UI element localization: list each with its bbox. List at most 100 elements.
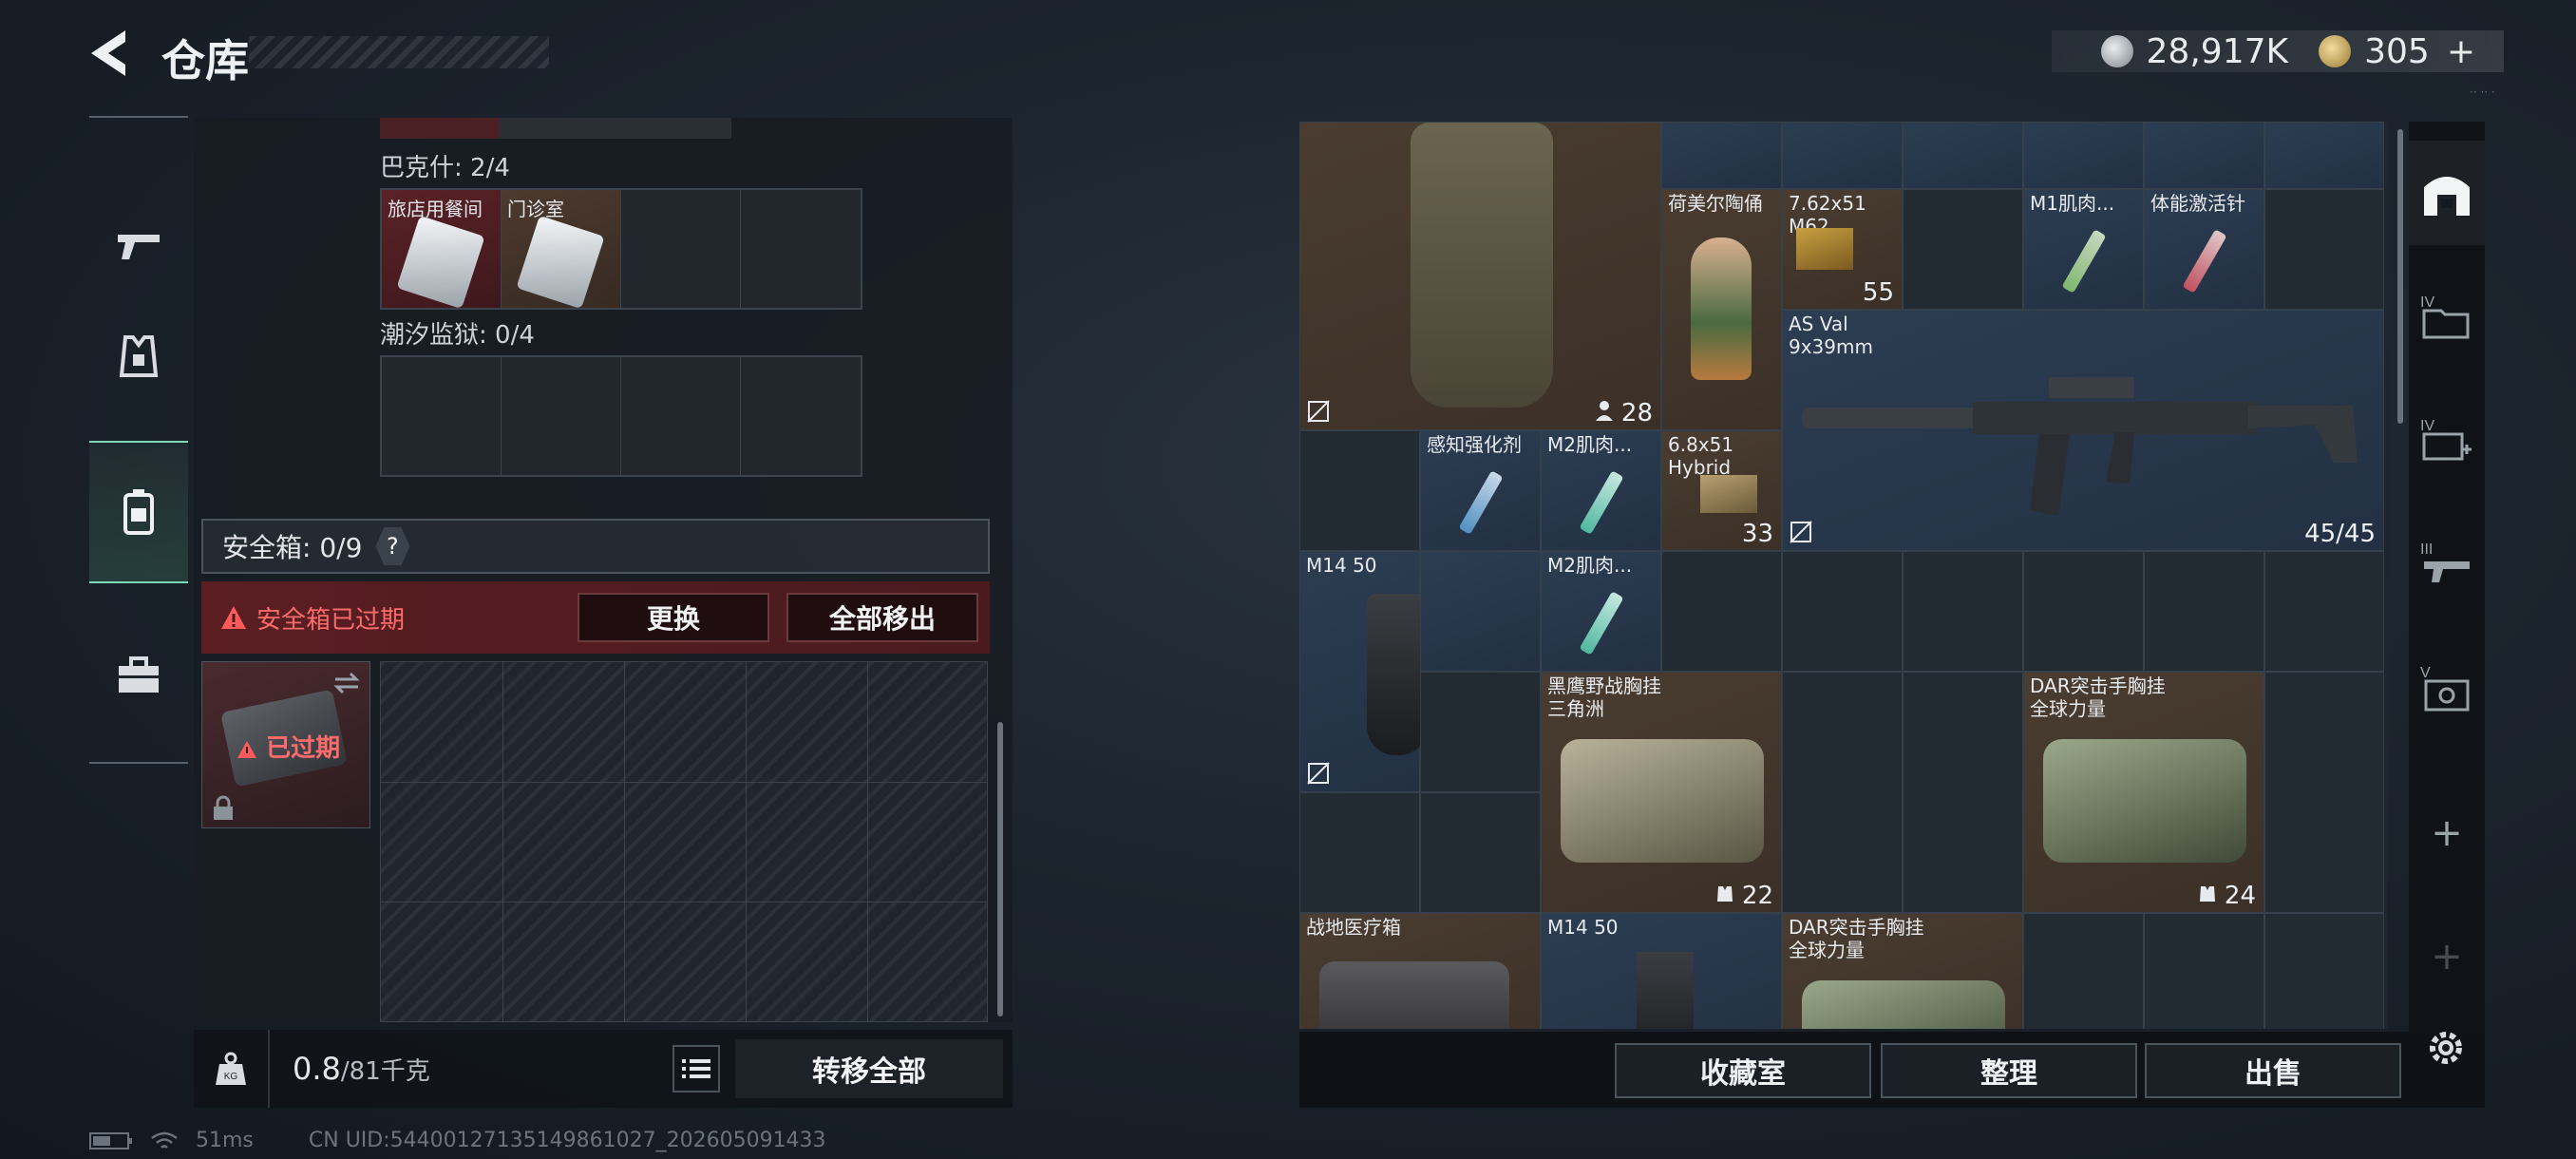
- no-trade-icon: [1307, 400, 1330, 423]
- collection-room-button[interactable]: 收藏室: [1615, 1043, 1871, 1098]
- item-name: M2肌肉...: [1547, 554, 1633, 577]
- partial-slot[interactable]: [2023, 122, 2144, 189]
- item-m2-muscle[interactable]: M2肌肉...: [1541, 551, 1661, 672]
- swap-icon[interactable]: [331, 670, 362, 696]
- item-perception-booster[interactable]: 感知强化剂: [1420, 430, 1541, 551]
- safebox-case-slot[interactable]: 已过期: [201, 661, 370, 828]
- item-blackhawk-rig[interactable]: 黑鹰野战胸挂 三角洲 22: [1541, 672, 1782, 913]
- empty-slot[interactable]: [2023, 551, 2144, 672]
- item-hummel-figurine[interactable]: 荷美尔陶俑: [1661, 189, 1782, 430]
- empty-slot[interactable]: [2023, 913, 2144, 1029]
- back-icon[interactable]: [87, 27, 135, 80]
- safe-icon: V: [2420, 665, 2470, 712]
- item-dar-rig[interactable]: DAR突击手胸挂 全球力量: [1782, 913, 2023, 1029]
- empty-slot[interactable]: [1903, 551, 2023, 672]
- help-button[interactable]: ?: [375, 527, 410, 565]
- partial-slot[interactable]: [2144, 122, 2264, 189]
- partial-slot[interactable]: [1661, 122, 1782, 189]
- item-name: M2肌肉...: [1547, 433, 1633, 456]
- svg-text:V: V: [2420, 665, 2431, 681]
- empty-slot[interactable]: [382, 357, 502, 475]
- empty-slot[interactable]: [1420, 672, 1541, 792]
- rig-image: [1802, 980, 2005, 1029]
- item-m14-mag[interactable]: M14 50: [1541, 913, 1782, 1029]
- empty-slot[interactable]: [1903, 189, 2023, 310]
- keycard-slot[interactable]: 旅店用餐间: [382, 190, 502, 310]
- empty-slot[interactable]: [621, 357, 741, 475]
- weapon-case-icon: III: [2420, 542, 2470, 582]
- empty-slot[interactable]: [741, 357, 861, 475]
- empty-slot[interactable]: [1782, 672, 1903, 913]
- section-label-tidal-prison: 潮汐监狱: 0/4: [380, 321, 535, 350]
- item-m1-muscle[interactable]: M1肌肉...: [2023, 189, 2144, 310]
- item-ammo-762[interactable]: 7.62x51 M62 55: [1782, 189, 1903, 310]
- title-decoration: [249, 36, 549, 68]
- tab-stash-iii[interactable]: III: [2409, 511, 2485, 616]
- empty-slot[interactable]: [2264, 551, 2384, 672]
- item-as-val[interactable]: AS Val 9x39mm 45/45: [1782, 310, 2384, 551]
- settings-gear-icon[interactable]: [2422, 1024, 2470, 1072]
- empty-slot[interactable]: [1782, 551, 1903, 672]
- empty-slot[interactable]: [1299, 792, 1420, 913]
- empty-slot[interactable]: [1903, 672, 2023, 913]
- item-count: 28: [1595, 399, 1653, 428]
- empty-slot[interactable]: [741, 190, 861, 308]
- item-m2-muscle[interactable]: M2肌肉...: [1541, 430, 1661, 551]
- stash-grid: 28 荷美尔陶俑 7.62x51 M62 55 M1肌肉... 体能激活针 AS…: [1299, 122, 2388, 1029]
- nav-armor[interactable]: [89, 285, 188, 428]
- weight-current: 0.8: [293, 1051, 341, 1087]
- keycard-slot[interactable]: 门诊室: [502, 190, 621, 310]
- replace-button[interactable]: 更换: [578, 593, 769, 642]
- svg-text:IV: IV: [2420, 418, 2434, 434]
- item-m14-mag-extension[interactable]: [1420, 551, 1541, 672]
- partial-slot[interactable]: [1903, 122, 2023, 189]
- transfer-all-button[interactable]: 转移全部: [735, 1039, 1003, 1098]
- rig-image: [2043, 739, 2246, 863]
- nav-case[interactable]: [89, 604, 188, 747]
- keycard-label: 旅店用餐间: [388, 198, 483, 220]
- empty-slot[interactable]: [1420, 792, 1541, 913]
- stash-scrollbar[interactable]: [2397, 129, 2403, 424]
- item-backpack[interactable]: 28: [1299, 122, 1661, 430]
- empty-slot[interactable]: [2264, 189, 2384, 310]
- list-view-button[interactable]: [672, 1045, 720, 1092]
- tab-stash-iv-a[interactable]: IV: [2409, 264, 2485, 369]
- empty-slot[interactable]: [621, 190, 741, 308]
- item-stamina-injector[interactable]: 体能激活针: [2144, 189, 2264, 310]
- svg-text:IV: IV: [2420, 294, 2434, 311]
- move-all-out-button[interactable]: 全部移出: [786, 593, 978, 642]
- sort-button[interactable]: 整理: [1881, 1043, 2137, 1098]
- add-currency-button[interactable]: +: [2447, 32, 2475, 71]
- empty-slot[interactable]: [2264, 913, 2384, 1029]
- item-ammo-68[interactable]: 6.8x51 Hybrid 33: [1661, 430, 1782, 551]
- item-dar-rig[interactable]: DAR突击手胸挂 全球力量 24: [2023, 672, 2264, 913]
- add-stash-button[interactable]: +: [2409, 781, 2485, 885]
- empty-slot[interactable]: [2144, 913, 2264, 1029]
- empty-slot[interactable]: [2144, 551, 2264, 672]
- empty-slot[interactable]: [2264, 672, 2384, 913]
- empty-slot[interactable]: [1299, 430, 1420, 551]
- partial-slot[interactable]: [1782, 122, 1903, 189]
- partial-slot[interactable]: [2264, 122, 2384, 189]
- left-scrollbar[interactable]: [997, 722, 1003, 1016]
- syringe-image: [2182, 229, 2227, 294]
- gold-coin-icon: [2319, 35, 2352, 67]
- gun-icon: [118, 235, 160, 259]
- sell-button[interactable]: 出售: [2145, 1043, 2401, 1098]
- tab-main-stash[interactable]: [2409, 141, 2485, 245]
- previous-row-remnant: [380, 118, 731, 139]
- status-bar: 51ms CN UID:5440012713514986102​7_202605…: [89, 1129, 826, 1152]
- silver-currency-value: 28,917K: [2146, 31, 2289, 71]
- svg-text:III: III: [2420, 542, 2433, 558]
- tab-stash-v[interactable]: V: [2409, 635, 2485, 739]
- empty-slot[interactable]: [1661, 551, 1782, 672]
- item-m14-mag[interactable]: M14 50: [1299, 551, 1428, 792]
- tab-stash-iv-b[interactable]: IV: [2409, 388, 2485, 492]
- syringe-image: [1458, 470, 1504, 535]
- item-field-medkit[interactable]: 战地医疗箱: [1299, 913, 1541, 1029]
- empty-slot[interactable]: [502, 357, 621, 475]
- nav-backpack[interactable]: [89, 441, 188, 583]
- stash-footer: 收藏室 整理 出售: [1299, 1032, 2485, 1108]
- svg-text:KG: KG: [224, 1072, 238, 1082]
- medkit-image: [1319, 961, 1509, 1029]
